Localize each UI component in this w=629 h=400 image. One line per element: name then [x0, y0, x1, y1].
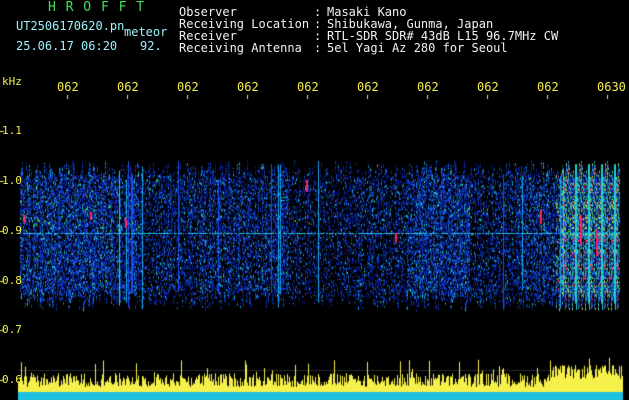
x-tick: 062	[177, 80, 199, 94]
app-title: H R O F F T	[48, 0, 146, 15]
antenna-label: Receiving Antenna	[179, 41, 302, 55]
file-name: UT2506170620.pn	[16, 19, 125, 33]
event-count: 92.	[140, 39, 162, 53]
x-tick: 062	[57, 80, 79, 94]
freq-unit-label: kHz	[2, 75, 22, 88]
y-tick-0-8: 0.8	[2, 274, 22, 287]
x-tick: 062	[357, 80, 379, 94]
y-tick-0-6: 0.6	[2, 373, 22, 386]
y-tick-0-7: 0.7	[2, 323, 22, 336]
x-tick: 062	[117, 80, 139, 94]
y-tick-1-0: 1.0	[2, 174, 22, 187]
event-label: meteor	[124, 25, 168, 39]
x-tick: 062	[237, 80, 259, 94]
antenna-value: 5el Yagi Az 280 for Seoul	[327, 41, 508, 55]
x-tick: 062	[537, 80, 559, 94]
y-tick-1-1: 1.1	[2, 124, 22, 137]
antenna-separator: :	[314, 41, 322, 55]
y-tick-0-9: 0.9	[2, 224, 22, 237]
date-time: 25.06.17 06:20	[16, 39, 118, 53]
x-tick: 0630	[597, 80, 626, 94]
x-tick: 062	[417, 80, 439, 94]
x-tick: 062	[477, 80, 499, 94]
x-tick: 062	[297, 80, 319, 94]
